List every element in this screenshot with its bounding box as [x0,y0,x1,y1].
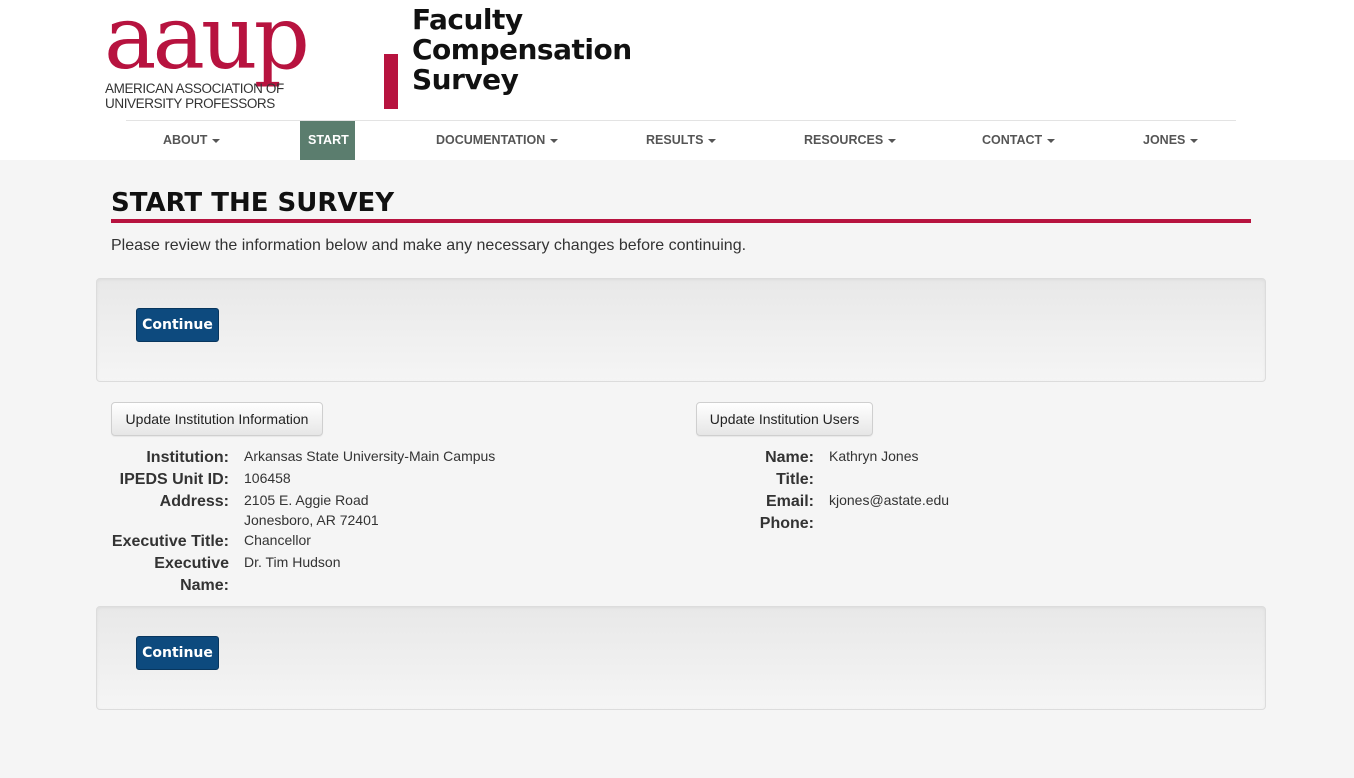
nav-item-start[interactable]: START [300,121,355,160]
logo-wordmark: aaup [104,0,310,89]
nav-item-label: DOCUMENTATION [436,133,546,147]
aaup-logo[interactable]: aaup American Association of University … [104,0,398,114]
address-line2: Jonesboro, AR 72401 [244,512,379,528]
nav-item-label: START [308,133,349,147]
page-title: START THE SURVEY [111,188,395,218]
nav-item-contact[interactable]: CONTACT [982,121,1056,160]
executive-name-value: Dr. Tim Hudson [244,554,341,570]
address-line1: 2105 E. Aggie Road [244,492,369,508]
user-title-label: Title: [776,471,814,488]
update-users-button[interactable]: Update Institution Users [696,402,873,436]
heading-underline [111,219,1251,223]
intro-text: Please review the information below and … [111,237,747,254]
nav-item-label: RESOURCES [804,133,884,147]
continue-panel-bottom: Continue [96,606,1266,710]
nav-item-about[interactable]: ABOUT [163,121,221,160]
executive-name-label-line1: Executive [154,555,229,572]
continue-panel-top: Continue [96,278,1266,382]
user-phone-label: Phone: [759,515,814,532]
continue-button[interactable]: Continue [136,308,219,342]
nav-item-documentation[interactable]: DOCUMENTATION [436,121,559,160]
caret-down-icon [888,138,897,143]
institution-value: Arkansas State University-Main Campus [244,448,496,464]
logo-accent-bar [384,54,398,109]
caret-down-icon [1047,138,1056,143]
nav-item-results[interactable]: RESULTS [646,121,717,160]
nav-item-label: ABOUT [163,133,208,147]
address-label: Address: [159,493,229,510]
user-email-value: kjones@astate.edu [829,492,950,508]
site-header: aaup American Association of University … [0,0,1354,160]
site-title: Faculty Compensation Survey [412,3,632,96]
nav-item-user-menu[interactable]: JONES [1143,121,1199,160]
executive-title-label: Executive Title: [111,533,229,550]
continue-button[interactable]: Continue [136,636,219,670]
update-institution-button[interactable]: Update Institution Information [111,402,323,436]
user-email-label: Email: [765,493,814,510]
caret-down-icon [708,138,717,143]
ipeds-label: IPEDS Unit ID: [119,471,229,488]
ipeds-value: 106458 [244,470,291,486]
executive-name-label-line2: Name: [180,577,229,594]
executive-title-value: Chancellor [244,532,311,548]
institution-label: Institution: [146,449,229,466]
user-name-value: Kathryn Jones [829,448,919,464]
nav-item-label: RESULTS [646,133,704,147]
nav-item-resources[interactable]: RESOURCES [804,121,897,160]
nav-item-label: CONTACT [982,133,1043,147]
caret-down-icon [212,138,221,143]
caret-down-icon [1190,138,1199,143]
caret-down-icon [550,138,559,143]
nav-item-label: JONES [1143,133,1186,147]
logo-subtitle: American Association of University Profe… [105,81,284,111]
user-name-label: Name: [765,449,814,466]
